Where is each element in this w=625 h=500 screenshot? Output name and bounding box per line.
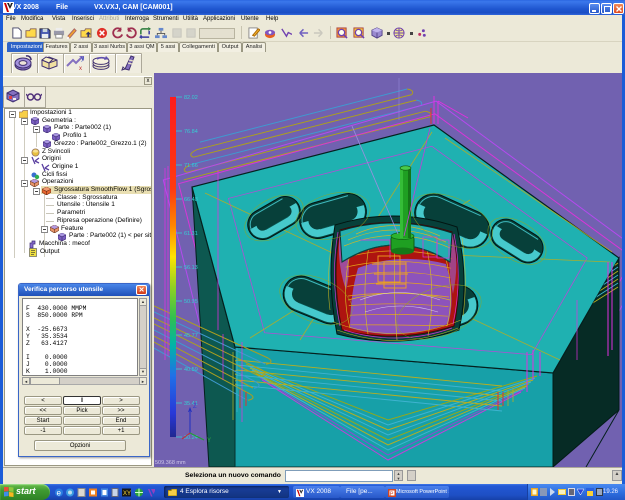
svg-text:82.02: 82.02 [184, 95, 198, 101]
svg-text:Z: Z [193, 404, 197, 410]
svg-text:y: y [81, 56, 84, 62]
svg-text:66.48: 66.48 [184, 197, 198, 203]
svg-text:e: e [57, 489, 62, 498]
svg-text:76.84: 76.84 [184, 129, 198, 135]
svg-text:50.95: 50.95 [184, 299, 198, 305]
svg-text:71.66: 71.66 [184, 163, 198, 169]
svg-text:XY: XY [123, 491, 131, 497]
svg-text:x: x [79, 66, 82, 71]
svg-text:Y: Y [207, 438, 211, 444]
svg-text:56.13: 56.13 [184, 265, 198, 271]
svg-text:P: P [390, 491, 394, 497]
svg-text:61.31: 61.31 [184, 231, 198, 237]
svg-text:40.59: 40.59 [184, 367, 198, 373]
svg-text:45.77: 45.77 [184, 333, 198, 339]
svg-text:509.368 mm: 509.368 mm [155, 460, 186, 466]
